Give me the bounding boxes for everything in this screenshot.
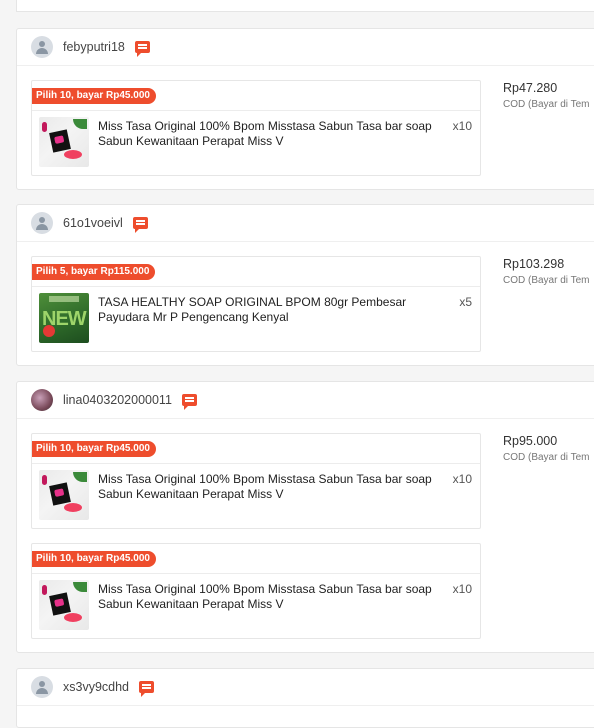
user-avatar-icon xyxy=(31,676,53,698)
order-total-price: Rp103.298 xyxy=(503,257,565,271)
buyer-username[interactable]: xs3vy9cdhd xyxy=(63,680,129,694)
payment-method: COD (Bayar di Tem xyxy=(503,452,590,463)
chat-icon[interactable] xyxy=(134,41,150,57)
payment-method: COD (Bayar di Tem xyxy=(503,275,590,286)
buyer-username[interactable]: lina0403202000011 xyxy=(63,393,172,407)
item-detail: Miss Tasa Original 100% Bpom Misstasa Sa… xyxy=(32,463,480,520)
product-quantity: x10 xyxy=(452,119,472,133)
promo-badge: Pilih 5, bayar Rp115.000 xyxy=(32,264,156,280)
payment-method: COD (Bayar di Tem xyxy=(503,99,590,110)
buyer-username[interactable]: febyputri18 xyxy=(63,40,125,54)
order-item[interactable]: Pilih 10, bayar Rp45.000 Miss Tasa Origi… xyxy=(31,543,481,639)
product-image[interactable]: NEW xyxy=(39,293,89,343)
chat-icon[interactable] xyxy=(132,217,148,233)
order-card: lina0403202000011 Pilih 10, bayar Rp45.0… xyxy=(16,381,594,653)
product-image[interactable] xyxy=(39,117,89,167)
order-card: 61o1voeivl Pilih 5, bayar Rp115.000 NEW … xyxy=(16,204,594,366)
order-total-price: Rp47.280 xyxy=(503,81,558,95)
product-title[interactable]: Miss Tasa Original 100% Bpom Misstasa Sa… xyxy=(98,472,450,502)
user-avatar-icon xyxy=(31,36,53,58)
item-detail: Miss Tasa Original 100% Bpom Misstasa Sa… xyxy=(32,573,480,630)
order-total-price: Rp95.000 xyxy=(503,434,558,448)
product-image[interactable] xyxy=(39,470,89,520)
user-avatar-icon xyxy=(31,212,53,234)
order-card: febyputri18 Pilih 10, bayar Rp45.000 Mis… xyxy=(16,28,594,190)
order-header: 61o1voeivl xyxy=(17,205,594,242)
buyer-username[interactable]: 61o1voeivl xyxy=(63,216,123,230)
order-header: febyputri18 xyxy=(17,29,594,66)
item-detail: NEW TASA HEALTHY SOAP ORIGINAL BPOM 80gr… xyxy=(32,286,480,343)
order-item[interactable]: Pilih 10, bayar Rp45.000 Miss Tasa Origi… xyxy=(31,80,481,176)
product-quantity: x5 xyxy=(459,295,472,309)
product-title[interactable]: Miss Tasa Original 100% Bpom Misstasa Sa… xyxy=(98,119,450,149)
promo-badge: Pilih 10, bayar Rp45.000 xyxy=(32,551,156,567)
order-item[interactable]: Pilih 5, bayar Rp115.000 NEW TASA HEALTH… xyxy=(31,256,481,352)
promo-badge: Pilih 10, bayar Rp45.000 xyxy=(32,88,156,104)
product-quantity: x10 xyxy=(452,582,472,596)
promo-badge: Pilih 10, bayar Rp45.000 xyxy=(32,441,156,457)
product-quantity: x10 xyxy=(452,472,472,486)
chat-icon[interactable] xyxy=(139,681,155,697)
product-image[interactable] xyxy=(39,580,89,630)
previous-order-card-edge xyxy=(16,0,594,12)
item-detail: Miss Tasa Original 100% Bpom Misstasa Sa… xyxy=(32,110,480,167)
order-header: xs3vy9cdhd xyxy=(17,669,594,706)
user-avatar-icon xyxy=(31,389,53,411)
product-title[interactable]: Miss Tasa Original 100% Bpom Misstasa Sa… xyxy=(98,582,450,612)
order-header: lina0403202000011 xyxy=(17,382,594,419)
order-item[interactable]: Pilih 10, bayar Rp45.000 Miss Tasa Origi… xyxy=(31,433,481,529)
product-title[interactable]: TASA HEALTHY SOAP ORIGINAL BPOM 80gr Pem… xyxy=(98,295,450,325)
chat-icon[interactable] xyxy=(181,394,197,410)
order-card: xs3vy9cdhd xyxy=(16,668,594,728)
